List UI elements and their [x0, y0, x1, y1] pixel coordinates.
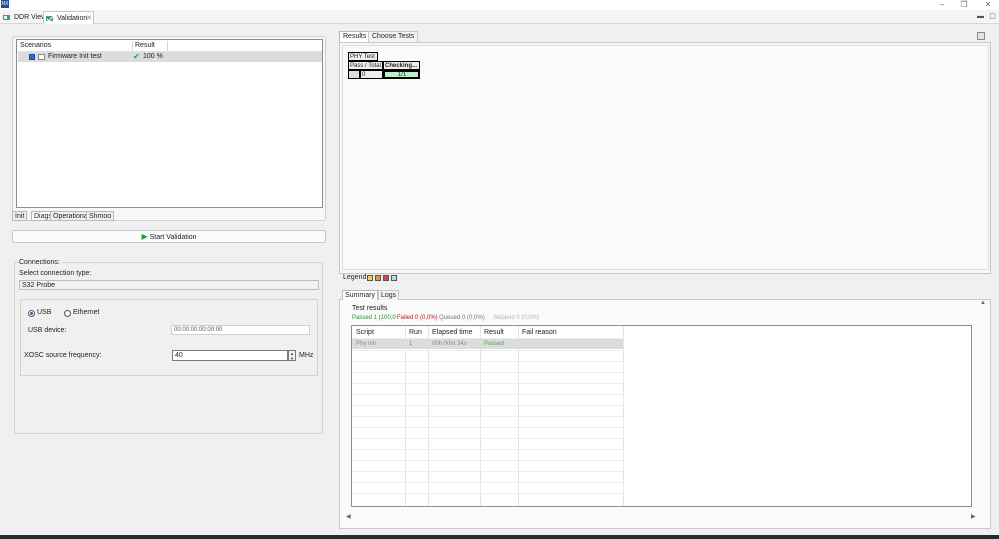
column-header-script: Script	[356, 329, 374, 336]
checkbox[interactable]	[29, 54, 35, 60]
minimize-view-icon[interactable]: ▬	[976, 12, 985, 21]
row-divider	[352, 471, 623, 472]
row-divider	[352, 405, 623, 406]
scroll-left-icon[interactable]: ◀	[346, 513, 351, 520]
tab-label: DDR View	[14, 14, 47, 21]
row-divider	[352, 416, 623, 417]
legend-swatch-yellow	[367, 275, 373, 281]
radio-selected-dot	[30, 312, 33, 315]
legend-swatch-red	[383, 275, 389, 281]
phy-col-pass-total: Pass / Total	[348, 61, 383, 70]
editor-tab-row	[0, 10, 999, 24]
phy-pass-value: 0	[360, 70, 383, 79]
vertical-scrollbar[interactable]: ▲	[978, 300, 988, 513]
scroll-up-icon[interactable]: ▲	[980, 300, 986, 306]
queued-count: Queued 0 (0,0%)	[439, 315, 485, 321]
play-icon: ▶	[141, 232, 148, 241]
connections-title: Connections:	[19, 259, 62, 266]
row-divider	[352, 383, 623, 384]
skipped-count: Skipped 0 (0,0%)	[493, 315, 540, 321]
tab-summary[interactable]: Summary	[342, 290, 378, 300]
xosc-unit: MHz	[299, 352, 314, 359]
row-divider	[352, 438, 623, 439]
failed-count: Failed 0 (0,0%)	[397, 315, 438, 321]
tab-ddr-view[interactable]: DDR View	[1, 11, 46, 24]
tab-choose-tests[interactable]: Choose Tests	[368, 31, 419, 42]
usb-radio[interactable]	[28, 310, 35, 317]
phy-col-checking: Checking...	[383, 61, 420, 70]
row-divider	[352, 372, 623, 373]
app-icon: NX	[1, 0, 9, 8]
tab-results[interactable]: Results	[339, 31, 371, 42]
usb-device-label: USB device:	[28, 327, 67, 334]
row-divider	[352, 361, 623, 362]
ddr-view-icon	[3, 15, 10, 20]
start-validation-label: Start Validation	[149, 234, 197, 241]
validation-icon	[46, 15, 54, 22]
start-validation-button[interactable]: ▶ Start Validation	[12, 230, 326, 243]
xosc-spinner[interactable]: ▲ ▼	[288, 350, 296, 361]
row-divider	[352, 427, 623, 428]
passed-count: Passed 1 (100,0	[352, 315, 396, 321]
close-tab-icon[interactable]: ✕	[86, 12, 92, 25]
column-header-elapsed: Elapsed time	[432, 329, 473, 336]
scroll-right-icon[interactable]: ▶	[971, 513, 976, 520]
row-divider	[352, 460, 623, 461]
table-row[interactable]: Firmware Init test ✔ 100 %	[18, 52, 322, 62]
scenarios-table: Scenarios Result Firmware Init test ✔ 10…	[16, 39, 323, 208]
scenario-result: 100 %	[143, 53, 163, 60]
tab-label: Validation	[57, 15, 88, 22]
xosc-label: XOSC source frequency:	[24, 352, 102, 359]
results-canvas	[342, 45, 989, 270]
horizontal-scrollbar[interactable]: ◀ ▶	[344, 513, 979, 523]
cell-result: Passed	[484, 341, 505, 347]
cell-script: Phy Init	[356, 341, 377, 347]
legend-swatch-cyan	[391, 275, 397, 281]
connection-type-label: Select connection type:	[19, 270, 92, 277]
cell-elapsed: 00h 00m 34s	[432, 341, 467, 347]
column-divider	[623, 326, 624, 506]
export-icon[interactable]	[977, 32, 985, 40]
tab-shmoo[interactable]: Shmoo	[86, 211, 115, 221]
restore-icon[interactable]: ❐	[958, 0, 970, 9]
row-divider	[352, 482, 623, 483]
title-bar	[0, 0, 999, 10]
test-results-title: Test results	[352, 305, 388, 312]
cell-run: 1	[409, 341, 413, 347]
column-header-fail-reason: Fail reason	[522, 329, 557, 336]
usb-device-field[interactable]: 00:00:00:00:00:00	[171, 325, 310, 335]
row-divider	[352, 394, 623, 395]
phy-cell-spacer	[348, 70, 360, 79]
connection-type-select[interactable]: S32 Probe	[19, 280, 319, 290]
tab-validation[interactable]: Validation ✕	[43, 11, 94, 24]
row-divider	[352, 350, 623, 351]
phy-table-title: PHY Test	[348, 52, 378, 61]
ethernet-radio[interactable]	[64, 310, 71, 317]
column-header-result: Result	[484, 329, 504, 336]
column-divider	[132, 41, 133, 51]
column-header-result: Result	[135, 42, 155, 49]
ethernet-label: Ethernet	[73, 309, 100, 316]
scenario-name: Firmware Init test	[48, 53, 102, 60]
scenario-icon	[38, 54, 45, 60]
close-icon[interactable]: ✕	[982, 0, 994, 9]
legend-label: Legend:	[343, 274, 369, 281]
usb-label: USB	[37, 309, 52, 316]
minimize-icon[interactable]: –	[936, 0, 948, 9]
row-divider	[352, 493, 623, 494]
test-results-table: Script Run Elapsed time Result Fail reas…	[351, 325, 972, 507]
column-divider	[167, 41, 168, 51]
phy-checking-value: 1/1	[383, 70, 420, 79]
maximize-view-icon[interactable]: ▢	[988, 12, 997, 21]
tab-logs[interactable]: Logs	[378, 290, 400, 300]
tab-init[interactable]: Init	[12, 211, 28, 221]
column-header-run: Run	[409, 329, 422, 336]
taskbar-strip	[0, 535, 999, 539]
legend-swatch-orange	[375, 275, 381, 281]
xosc-frequency-input[interactable]: 40	[172, 350, 288, 361]
row-divider	[352, 449, 623, 450]
pass-check-icon: ✔	[133, 52, 140, 61]
column-header-scenarios: Scenarios	[20, 42, 52, 49]
